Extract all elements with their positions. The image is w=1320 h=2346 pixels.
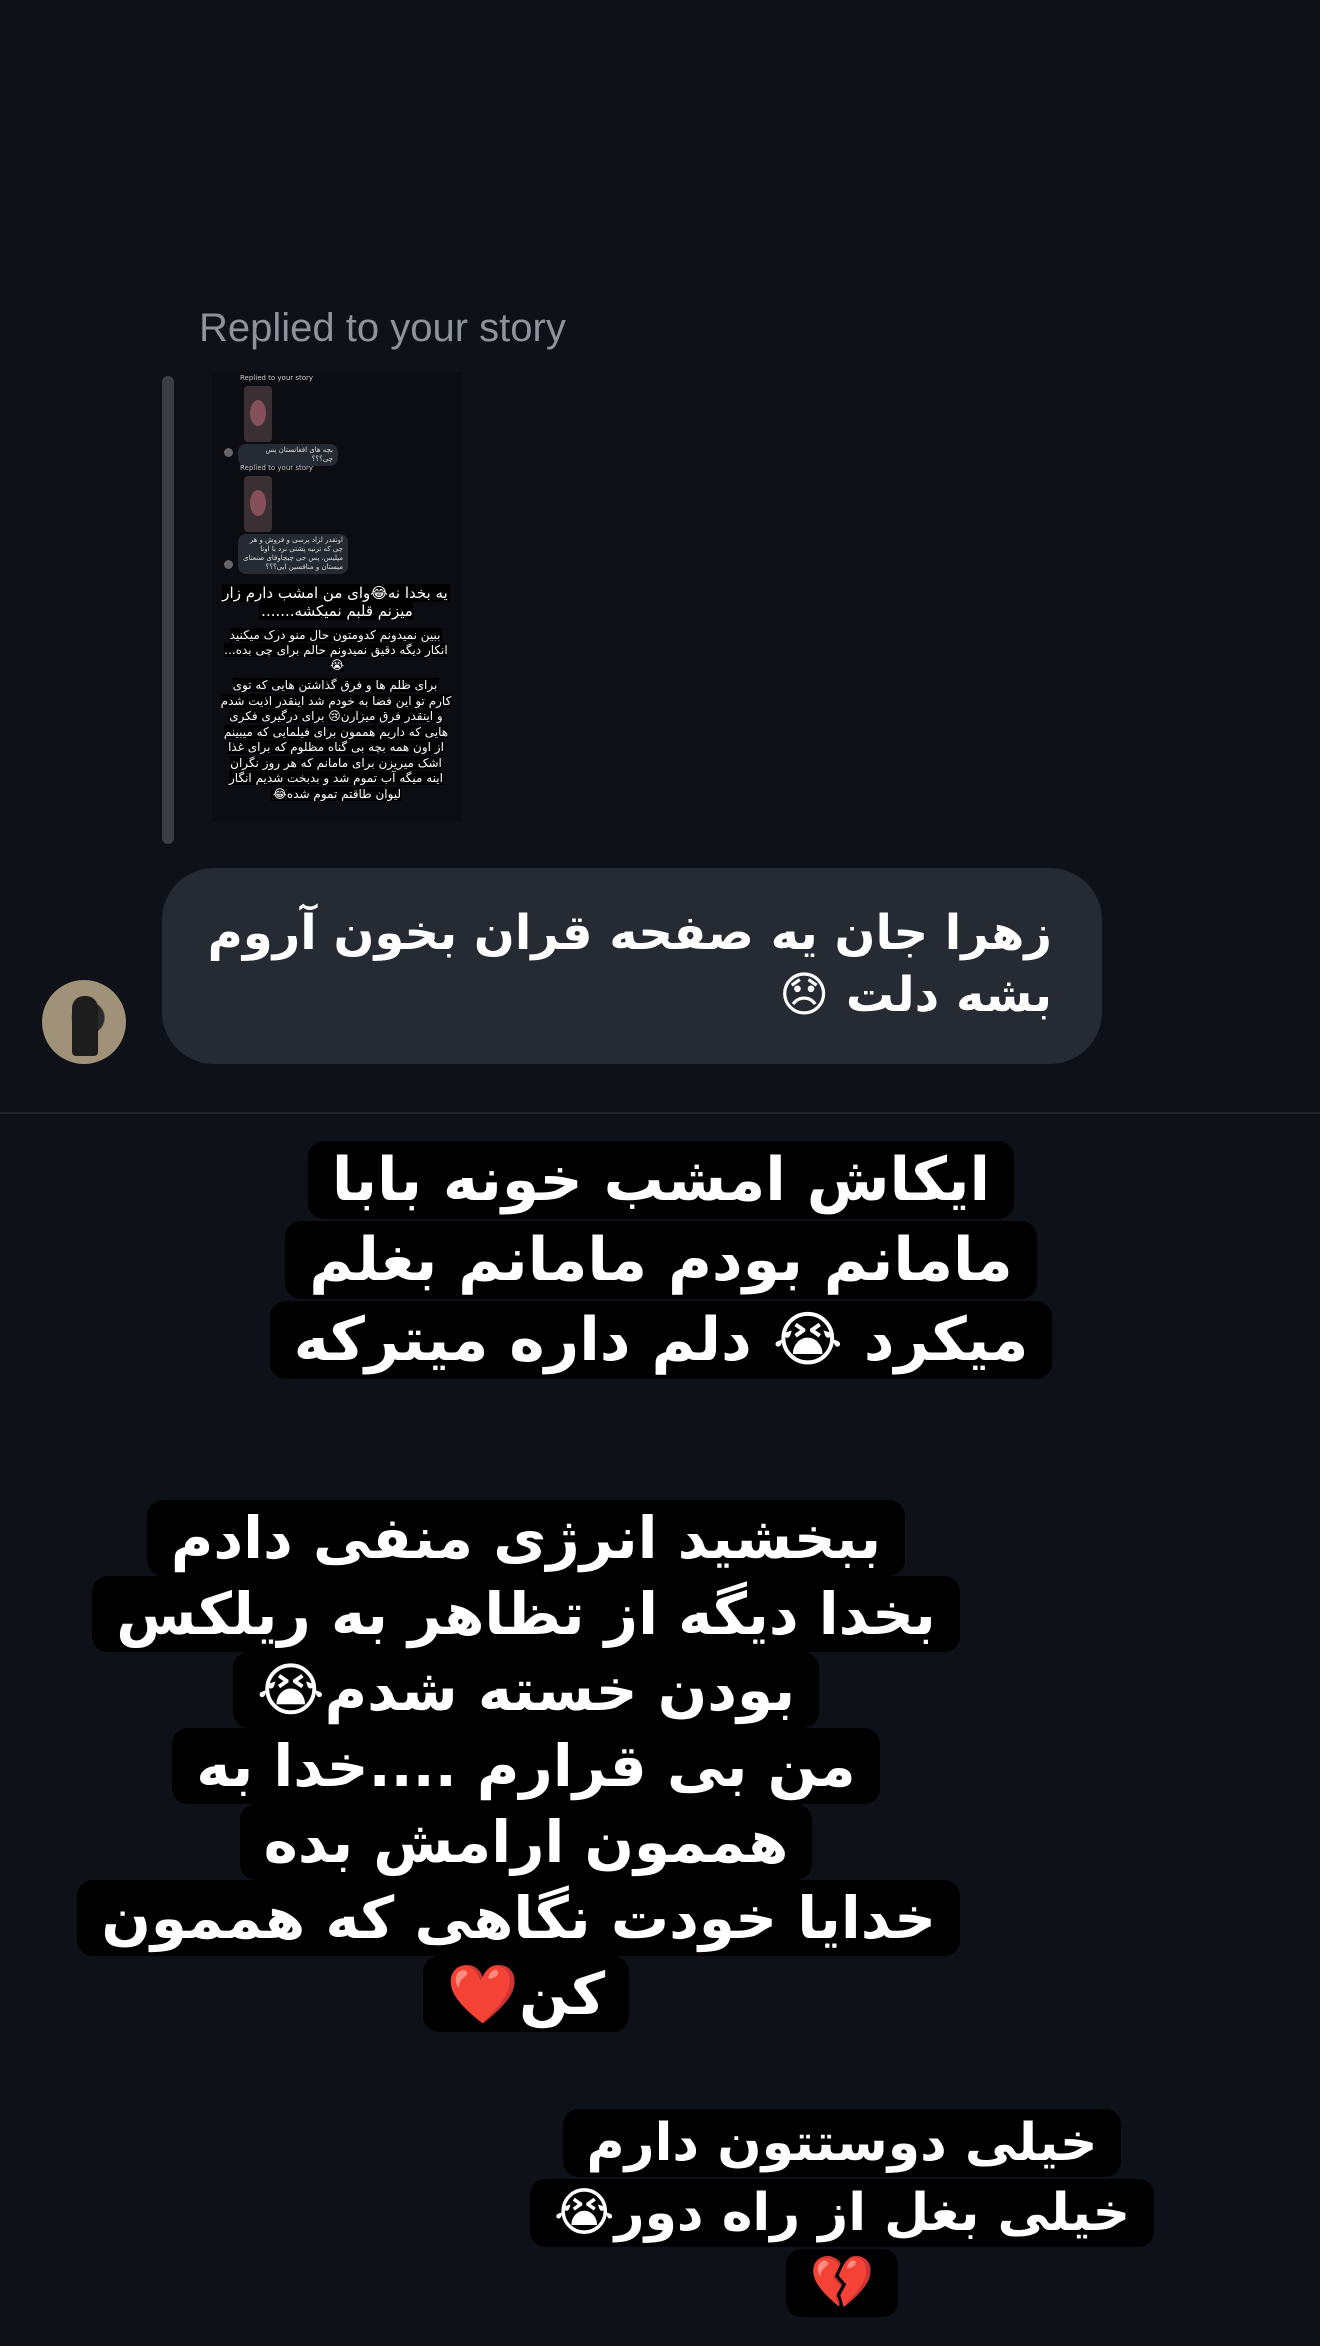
thumb-avatar-2 xyxy=(224,560,233,569)
story-caption-2: ببخشید انرژی منفی دادم بخدا دیگه از تظاه… xyxy=(77,1500,960,2032)
thumb-caption-3: برای ظلم ها و فرق گذاشتن هایی که توی کار… xyxy=(220,678,452,801)
thumb-caption-2: ببین نمیدونم کدومتون حال منو درک میکنید … xyxy=(224,628,448,672)
thumb-message-1: بچه های افغانستان پس چی؟؟؟ xyxy=(238,444,338,466)
story-caption-3: خیلی دوستتون دارم خیلی بغل از راه دور😭💔 xyxy=(524,2108,1160,2318)
story-caption-2-line-2: من بی قرارم ....خدا به هممون ارامش بده xyxy=(172,1728,880,1880)
thumb-header-2: Replied to your story xyxy=(240,464,314,472)
message-text: زهرا جان یه صفحه قران بخون آروم بشه دلت … xyxy=(207,905,1052,1023)
avatar[interactable] xyxy=(42,980,126,1064)
divider xyxy=(0,1112,1320,1114)
thumb-caption-1: یه بخدا نه😂وای من امشب دارم زار میزنم قل… xyxy=(222,584,450,620)
replied-to-story-label: Replied to your story xyxy=(199,306,566,350)
thumb-story-preview-1 xyxy=(244,386,272,442)
quote-bar xyxy=(162,376,174,844)
story-thumbnail[interactable]: Replied to your story بچه های افغانستان … xyxy=(212,372,462,822)
story-caption-1: ایکاش امشب خونه بابا مامانم بودم مامانم … xyxy=(216,1140,1106,1380)
thumb-message-2: اونقدر لزاد پرسی و فروش و هر چی که ترنیه… xyxy=(238,534,348,574)
thumb-header-1: Replied to your story xyxy=(240,374,314,382)
thumb-avatar-1 xyxy=(224,448,233,457)
message-bubble[interactable]: زهرا جان یه صفحه قران بخون آروم بشه دلت … xyxy=(162,868,1102,1064)
story-caption-2-line-3: خدایا خودت نگاهی که هممون کن❤️ xyxy=(77,1880,960,2032)
story-caption-2-line-1: ببخشید انرژی منفی دادم بخدا دیگه از تظاه… xyxy=(92,1500,960,1728)
thumb-story-preview-2 xyxy=(244,476,272,532)
